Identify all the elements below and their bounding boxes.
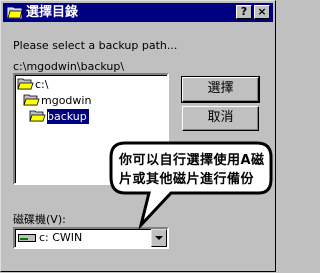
directory-item-label: c:\	[35, 78, 49, 91]
title-bar[interactable]: 選擇目錄 ? ×	[3, 3, 273, 22]
open-folder-icon	[17, 78, 34, 90]
callout-text: 你可以自行選擇使用A磁片或其他磁片進行備份	[119, 153, 265, 187]
close-button[interactable]: ×	[254, 5, 270, 19]
directory-item-label: backup	[47, 109, 89, 124]
help-button[interactable]: ?	[236, 5, 252, 19]
select-directory-dialog: 選擇目錄 ? × Please select a backup path... …	[0, 0, 276, 272]
directory-item-label: mgodwin	[41, 94, 92, 107]
directory-item-selected[interactable]: backup	[29, 109, 89, 124]
window-title: 選擇目錄	[26, 5, 79, 20]
dropdown-arrow-button[interactable]	[151, 229, 167, 247]
cancel-button[interactable]: 取消	[182, 106, 259, 131]
current-path: c:\mgodwin\backup\	[13, 60, 125, 73]
folder-icon	[7, 7, 23, 19]
directory-item[interactable]: c:\	[17, 77, 48, 92]
open-folder-icon	[23, 94, 40, 106]
drive-label: 磁碟機(V):	[13, 213, 66, 226]
select-button[interactable]: 選擇	[181, 76, 260, 103]
drive-select[interactable]: c: CWIN	[13, 227, 169, 249]
hard-drive-icon	[18, 234, 36, 242]
drive-value: c: CWIN	[39, 231, 83, 244]
prompt-label: Please select a backup path...	[13, 39, 178, 52]
directory-item[interactable]: mgodwin	[23, 93, 91, 108]
open-folder-icon	[29, 110, 46, 122]
